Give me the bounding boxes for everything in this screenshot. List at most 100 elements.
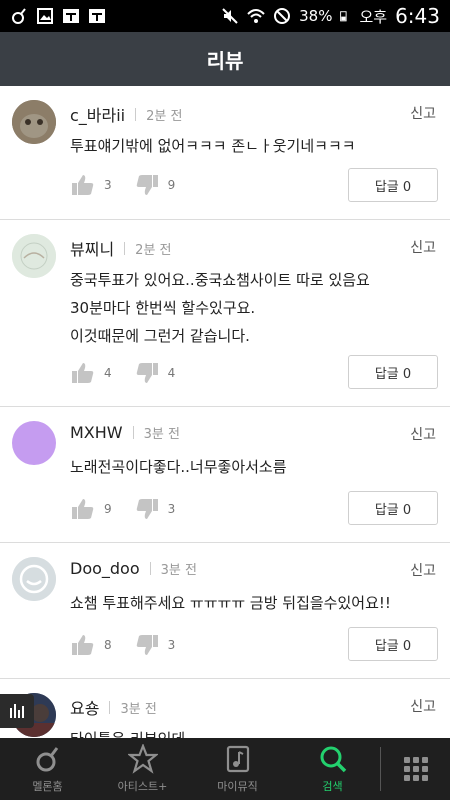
review-line: 투표얘기밖에 없어ㅋㅋㅋ 존ㄴㅏ웃기네ㅋㅋㅋ bbox=[70, 137, 356, 155]
review-line: 쇼챔 투표해주세요 ㅠㅠㅠㅠ 금방 뒤집을수있어요!! bbox=[70, 594, 391, 612]
review-line: 이것때문에 그런거 같습니다. bbox=[70, 327, 250, 345]
nav-my-music[interactable]: 마이뮤직 bbox=[190, 738, 285, 800]
like-button[interactable]: 8 bbox=[70, 632, 112, 658]
username[interactable]: 뷰찌니 bbox=[70, 236, 114, 260]
report-button[interactable]: 신고 bbox=[410, 696, 436, 716]
melon-note-icon bbox=[12, 8, 26, 24]
timestamp: 3분 전 bbox=[160, 563, 197, 578]
like-count: 4 bbox=[104, 366, 112, 380]
divider bbox=[135, 107, 137, 121]
nav-melon-home[interactable]: 멜론홈 bbox=[0, 738, 95, 800]
review-text: 타이틀은 리부인데 bbox=[70, 725, 185, 738]
battery-percent: 38% bbox=[299, 7, 333, 25]
mute-icon bbox=[222, 8, 238, 24]
avatar[interactable] bbox=[12, 421, 56, 465]
nav-more-menu[interactable] bbox=[381, 738, 450, 800]
like-button[interactable]: 4 bbox=[70, 360, 112, 386]
status-left-icons bbox=[10, 7, 106, 25]
timestamp: 2분 전 bbox=[135, 242, 172, 258]
review-text: 중국투표가 있어요..중국쇼챔사이트 따로 있음요 30분마다 한번씩 할수있구… bbox=[70, 266, 370, 350]
review-item: c_바라ii 2분 전 신고 투표얘기밖에 없어ㅋㅋㅋ 존ㄴㅏ웃기네ㅋㅋㅋ 3 … bbox=[0, 86, 450, 220]
reply-button[interactable]: 답글 0 bbox=[348, 168, 438, 202]
report-button[interactable]: 신고 bbox=[410, 103, 436, 123]
dislike-button[interactable]: 9 bbox=[134, 172, 176, 198]
review-header: MXHW 3분 전 bbox=[70, 423, 180, 442]
thumbs-up-icon bbox=[72, 635, 94, 655]
nav-search[interactable]: 검색 bbox=[285, 738, 380, 800]
username[interactable]: Doo_doo bbox=[70, 559, 140, 578]
grid-menu-icon bbox=[403, 757, 428, 781]
dislike-count: 4 bbox=[167, 366, 176, 380]
reply-button[interactable]: 답글 0 bbox=[348, 627, 438, 661]
review-header: Doo_doo 3분 전 bbox=[70, 559, 197, 578]
username[interactable]: c_바라ii bbox=[70, 102, 125, 126]
like-button[interactable]: 9 bbox=[70, 496, 112, 522]
like-count: 3 bbox=[104, 178, 112, 192]
review-item: 요숑 3분 전 신고 타이틀은 리부인데 bbox=[0, 679, 450, 738]
divider bbox=[109, 700, 111, 714]
avatar[interactable] bbox=[12, 557, 56, 601]
search-icon bbox=[320, 746, 346, 773]
status-right-icons: 38% 오후 6:43 bbox=[221, 4, 440, 28]
review-line: 30분마다 한번씩 할수있구요. bbox=[70, 299, 256, 317]
gallery-icon bbox=[37, 8, 53, 24]
review-list[interactable]: c_바라ii 2분 전 신고 투표얘기밖에 없어ㅋㅋㅋ 존ㄴㅏ웃기네ㅋㅋㅋ 3 … bbox=[0, 86, 450, 738]
thumbs-down-icon bbox=[136, 499, 158, 519]
app-header: 리뷰 bbox=[0, 32, 450, 86]
review-text: 노래전곡이다좋다..너무좋아서소름 bbox=[70, 453, 287, 481]
page-title: 리뷰 bbox=[206, 48, 244, 73]
avatar[interactable] bbox=[12, 234, 56, 278]
like-count: 9 bbox=[104, 502, 112, 516]
review-header: 요숑 3분 전 bbox=[70, 695, 157, 719]
report-button[interactable]: 신고 bbox=[410, 424, 436, 444]
dislike-button[interactable]: 3 bbox=[134, 496, 176, 522]
melon-icon bbox=[36, 747, 58, 772]
nav-label: 아티스트+ bbox=[117, 780, 168, 793]
reply-button[interactable]: 답글 0 bbox=[348, 355, 438, 389]
nav-label: 마이뮤직 bbox=[217, 780, 258, 793]
divider bbox=[149, 562, 151, 575]
wifi-icon bbox=[247, 9, 265, 23]
review-item: 뷰찌니 2분 전 신고 중국투표가 있어요..중국쇼챔사이트 따로 있음요 30… bbox=[0, 220, 450, 407]
thumbs-down-icon bbox=[136, 363, 158, 383]
like-button[interactable]: 3 bbox=[70, 172, 112, 198]
thumbs-up-icon bbox=[72, 363, 94, 383]
music-note-icon bbox=[226, 745, 249, 773]
dislike-count: 9 bbox=[167, 178, 176, 192]
thumbs-up-icon bbox=[72, 499, 94, 519]
timestamp: 3분 전 bbox=[120, 701, 157, 717]
dislike-button[interactable]: 3 bbox=[134, 632, 176, 658]
divider bbox=[124, 241, 126, 255]
username[interactable]: 요숑 bbox=[70, 695, 99, 719]
review-header: c_바라ii 2분 전 bbox=[70, 102, 182, 126]
nav-label: 검색 bbox=[322, 780, 343, 793]
equalizer-icon bbox=[10, 704, 24, 718]
vote-actions: 9 3 bbox=[70, 496, 197, 522]
report-button[interactable]: 신고 bbox=[410, 237, 436, 257]
thumbs-down-icon bbox=[136, 175, 158, 195]
timestamp: 2분 전 bbox=[146, 108, 183, 124]
nav-artist-plus[interactable]: 아티스트+ bbox=[95, 738, 190, 800]
review-item: MXHW 3분 전 신고 노래전곡이다좋다..너무좋아서소름 9 3 답글 0 bbox=[0, 407, 450, 543]
vote-actions: 8 3 bbox=[70, 632, 197, 658]
thumbs-up-icon bbox=[72, 175, 94, 195]
review-item: Doo_doo 3분 전 신고 쇼챔 투표해주세요 ㅠㅠㅠㅠ 금방 뒤집을수있어… bbox=[0, 543, 450, 679]
timestamp: 3분 전 bbox=[143, 427, 180, 442]
star-icon bbox=[127, 744, 158, 774]
like-count: 8 bbox=[104, 638, 112, 652]
report-button[interactable]: 신고 bbox=[410, 560, 436, 580]
avatar[interactable] bbox=[12, 100, 56, 144]
app-notification-icon bbox=[63, 9, 79, 23]
reply-button[interactable]: 답글 0 bbox=[348, 491, 438, 525]
dislike-count: 3 bbox=[167, 638, 176, 652]
dislike-button[interactable]: 4 bbox=[134, 360, 176, 386]
username[interactable]: MXHW bbox=[70, 423, 123, 442]
dislike-count: 3 bbox=[167, 502, 176, 516]
battery-icon bbox=[340, 11, 348, 22]
bottom-nav: 멜론홈 아티스트+ 마이뮤직 검색 bbox=[0, 738, 450, 800]
status-bar: 38% 오후 6:43 bbox=[0, 0, 450, 32]
review-text: 쇼챔 투표해주세요 ㅠㅠㅠㅠ 금방 뒤집을수있어요!! bbox=[70, 589, 391, 617]
mini-player-toggle[interactable] bbox=[0, 694, 34, 728]
no-signal-icon bbox=[274, 8, 291, 24]
clock: 6:43 bbox=[395, 4, 440, 28]
